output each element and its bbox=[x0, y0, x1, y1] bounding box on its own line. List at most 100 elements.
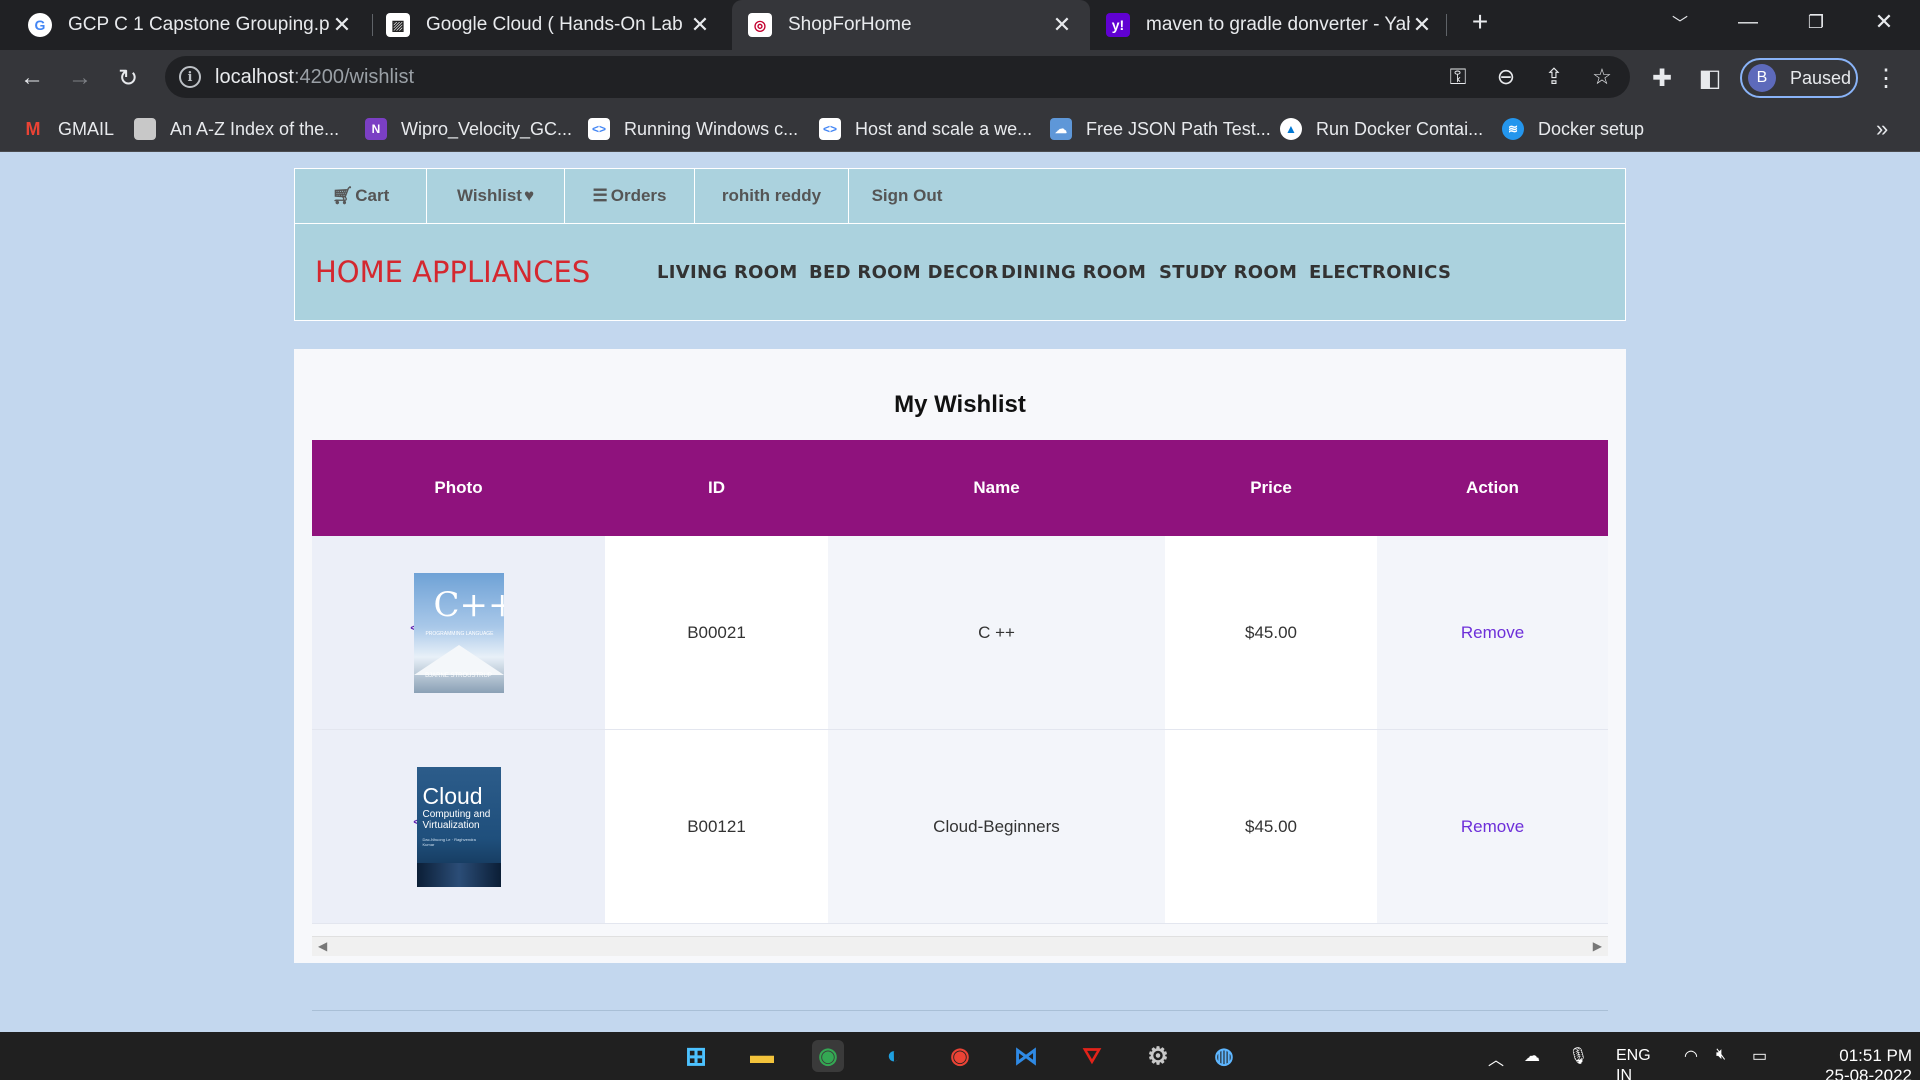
globe-app-icon[interactable]: ◍ bbox=[1208, 1040, 1240, 1072]
zoom-out-icon[interactable]: ⊖ bbox=[1491, 62, 1521, 92]
table-row: < C++ PROGRAMMING LANGUAGE BJARNE STROUS… bbox=[312, 536, 1608, 730]
column-header-id: ID bbox=[708, 478, 725, 497]
settings-gear-icon[interactable]: ⚙ bbox=[1142, 1040, 1174, 1072]
close-tab-icon[interactable]: ✕ bbox=[688, 12, 712, 38]
minimize-icon[interactable]: — bbox=[1718, 0, 1778, 44]
product-image-cloud-book[interactable]: Cloud Computing and Virtualization Dac-N… bbox=[416, 766, 501, 887]
bookmark-star-icon[interactable]: ☆ bbox=[1587, 62, 1617, 92]
file-explorer-icon[interactable]: ▬ bbox=[746, 1040, 778, 1072]
category-electronics[interactable]: ELECTRONICS bbox=[1309, 262, 1451, 283]
close-tab-icon[interactable]: ✕ bbox=[1050, 12, 1074, 38]
action-cell: Remove bbox=[1377, 730, 1608, 923]
column-header-name: Name bbox=[973, 478, 1020, 497]
acrobat-icon[interactable]: ⛛ bbox=[1076, 1040, 1108, 1072]
category-bed-room-decor[interactable]: BED ROOM DECOR bbox=[809, 262, 999, 283]
category-study-room[interactable]: STUDY ROOM bbox=[1159, 262, 1297, 283]
table-header: Photo ID Name Price Action bbox=[312, 440, 1608, 536]
scroll-right-arrow-icon[interactable]: ▶ bbox=[1593, 939, 1602, 953]
wishlist-panel: My Wishlist Photo ID Name Price Action <… bbox=[294, 349, 1626, 963]
close-tab-icon[interactable]: ✕ bbox=[330, 12, 354, 38]
profile-button[interactable]: B Paused bbox=[1740, 58, 1858, 98]
bookmark-host-and-scale[interactable]: <> Host and scale a we... bbox=[819, 106, 1032, 152]
side-panel-icon[interactable]: ◧ bbox=[1692, 60, 1728, 96]
bookmark-running-windows[interactable]: <> Running Windows c... bbox=[588, 106, 798, 152]
close-window-icon[interactable]: ✕ bbox=[1854, 0, 1914, 44]
onenote-icon: N bbox=[365, 118, 387, 140]
edge-icon[interactable]: ◐ bbox=[878, 1040, 910, 1072]
id-cell: B00121 bbox=[605, 730, 828, 923]
cart-icon: 🛒︎ bbox=[331, 186, 354, 205]
category-living-room[interactable]: LIVING ROOM bbox=[657, 262, 798, 283]
nav-user-name[interactable]: rohith reddy bbox=[695, 168, 849, 224]
share-icon[interactable]: ⇪ bbox=[1539, 62, 1569, 92]
brand-logo-text[interactable]: HOME APPLIANCES bbox=[315, 255, 590, 289]
tab-yahoo-search[interactable]: y! maven to gradle donverter - Yah ✕ bbox=[1094, 0, 1446, 50]
nav-signout-link[interactable]: Sign Out bbox=[849, 168, 965, 224]
bookmark-gmail[interactable]: M GMAIL bbox=[22, 106, 115, 152]
nav-cart-link[interactable]: 🛒︎ Cart bbox=[295, 168, 427, 224]
bookmark-run-docker[interactable]: ▲ Run Docker Contai... bbox=[1280, 106, 1483, 152]
tab-shopforhome[interactable]: ◎ ShopForHome ✕ bbox=[732, 0, 1090, 50]
back-icon[interactable]: ← bbox=[14, 60, 50, 96]
chrome-icon[interactable]: ◉ bbox=[812, 1040, 844, 1072]
wifi-icon[interactable]: ◠ bbox=[1684, 1046, 1698, 1066]
bookmark-docker-setup[interactable]: ≋ Docker setup bbox=[1502, 106, 1644, 152]
tab-google-cloud-lab[interactable]: ▨ Google Cloud ( Hands-On Lab ) ✕ bbox=[374, 0, 724, 50]
onedrive-icon[interactable]: ☁ bbox=[1524, 1046, 1540, 1066]
close-tab-icon[interactable]: ✕ bbox=[1410, 12, 1434, 38]
category-dining-room[interactable]: DINING ROOM bbox=[1001, 262, 1146, 283]
windows-taskbar: ⊞ ▬ ◉ ◐ ◉ ⋈ ⛛ ⚙ ◍ ︿ ☁ 🎙︎ ENG IN ◠ 🔇︎ ▭ 0… bbox=[0, 1032, 1920, 1080]
chrome-alt-icon[interactable]: ◉ bbox=[944, 1040, 976, 1072]
photo-cell: < C++ PROGRAMMING LANGUAGE BJARNE STROUS… bbox=[312, 536, 605, 729]
gcp-icon: <> bbox=[819, 118, 841, 140]
more-bookmarks-icon[interactable]: » bbox=[1876, 106, 1888, 152]
column-header-photo: Photo bbox=[434, 478, 483, 497]
docker-icon: ≋ bbox=[1502, 118, 1524, 140]
azure-icon: ▲ bbox=[1280, 118, 1302, 140]
browser-menu-icon[interactable]: ⋮ bbox=[1868, 60, 1904, 96]
horizontal-scrollbar[interactable]: ◀ ▶ bbox=[312, 936, 1608, 956]
browser-tab-strip: G GCP C 1 Capstone Grouping.pdf ✕ ▨ Goog… bbox=[0, 0, 1920, 50]
url-text[interactable]: localhost:4200/wishlist bbox=[215, 66, 414, 89]
site-info-icon[interactable]: i bbox=[179, 66, 201, 88]
category-nav: HOME APPLIANCES LIVING ROOM BED ROOM DEC… bbox=[294, 224, 1626, 321]
battery-icon[interactable]: ▭ bbox=[1752, 1046, 1767, 1066]
mountain-shape bbox=[413, 644, 504, 675]
city-skyline-shape bbox=[416, 862, 501, 887]
id-cell: B00021 bbox=[605, 536, 828, 729]
bookmark-json-path[interactable]: ☁ Free JSON Path Test... bbox=[1050, 106, 1271, 152]
tab-divider bbox=[1446, 14, 1447, 36]
gmail-icon: M bbox=[25, 118, 41, 139]
list-icon: ☰ bbox=[592, 186, 608, 205]
action-cell: Remove bbox=[1377, 536, 1608, 729]
avatar: B bbox=[1748, 64, 1776, 92]
speaker-muted-icon[interactable]: 🔇︎ bbox=[1716, 1046, 1726, 1064]
windows-start-icon[interactable]: ⊞ bbox=[680, 1040, 712, 1072]
key-icon[interactable]: ⚿ bbox=[1443, 62, 1473, 92]
reload-icon[interactable]: ↻ bbox=[110, 60, 146, 96]
tab-divider bbox=[372, 14, 373, 36]
column-header-action: Action bbox=[1466, 478, 1519, 497]
remove-link[interactable]: Remove bbox=[1461, 623, 1524, 643]
extensions-puzzle-icon[interactable]: ✚ bbox=[1644, 60, 1680, 96]
new-tab-button[interactable]: + bbox=[1450, 0, 1510, 44]
scroll-left-arrow-icon[interactable]: ◀ bbox=[318, 939, 327, 953]
forward-icon[interactable]: → bbox=[62, 60, 98, 96]
address-bar[interactable]: i localhost:4200/wishlist ⚿ ⊖ ⇪ ☆ bbox=[165, 56, 1630, 98]
tab-search-chevron-icon[interactable]: ﹀ bbox=[1650, 0, 1710, 44]
bookmark-wipro-velocity[interactable]: N Wipro_Velocity_GC... bbox=[365, 106, 572, 152]
language-indicator[interactable]: ENG IN bbox=[1616, 1046, 1651, 1080]
vscode-icon[interactable]: ⋈ bbox=[1010, 1040, 1042, 1072]
bookmark-az-index[interactable]: An A-Z Index of the... bbox=[134, 106, 339, 152]
microphone-icon[interactable]: 🎙︎ bbox=[1568, 1046, 1588, 1066]
heart-icon: ♥ bbox=[523, 186, 535, 205]
restore-icon[interactable]: ❐ bbox=[1786, 0, 1846, 44]
system-clock[interactable]: 01:51 PM 25-08-2022 bbox=[1796, 1046, 1912, 1080]
nav-orders-link[interactable]: ☰ Orders bbox=[565, 168, 695, 224]
tab-gcp-capstone[interactable]: G GCP C 1 Capstone Grouping.pdf ✕ bbox=[16, 0, 366, 50]
nav-wishlist-link[interactable]: Wishlist ♥ bbox=[427, 168, 565, 224]
tray-chevron-icon[interactable]: ︿ bbox=[1488, 1046, 1504, 1070]
remove-link[interactable]: Remove bbox=[1461, 817, 1524, 837]
photo-cell: < Cloud Computing and Virtualization Dac… bbox=[312, 730, 605, 923]
product-image-cpp-book[interactable]: C++ PROGRAMMING LANGUAGE BJARNE STROUSTR… bbox=[413, 572, 504, 693]
